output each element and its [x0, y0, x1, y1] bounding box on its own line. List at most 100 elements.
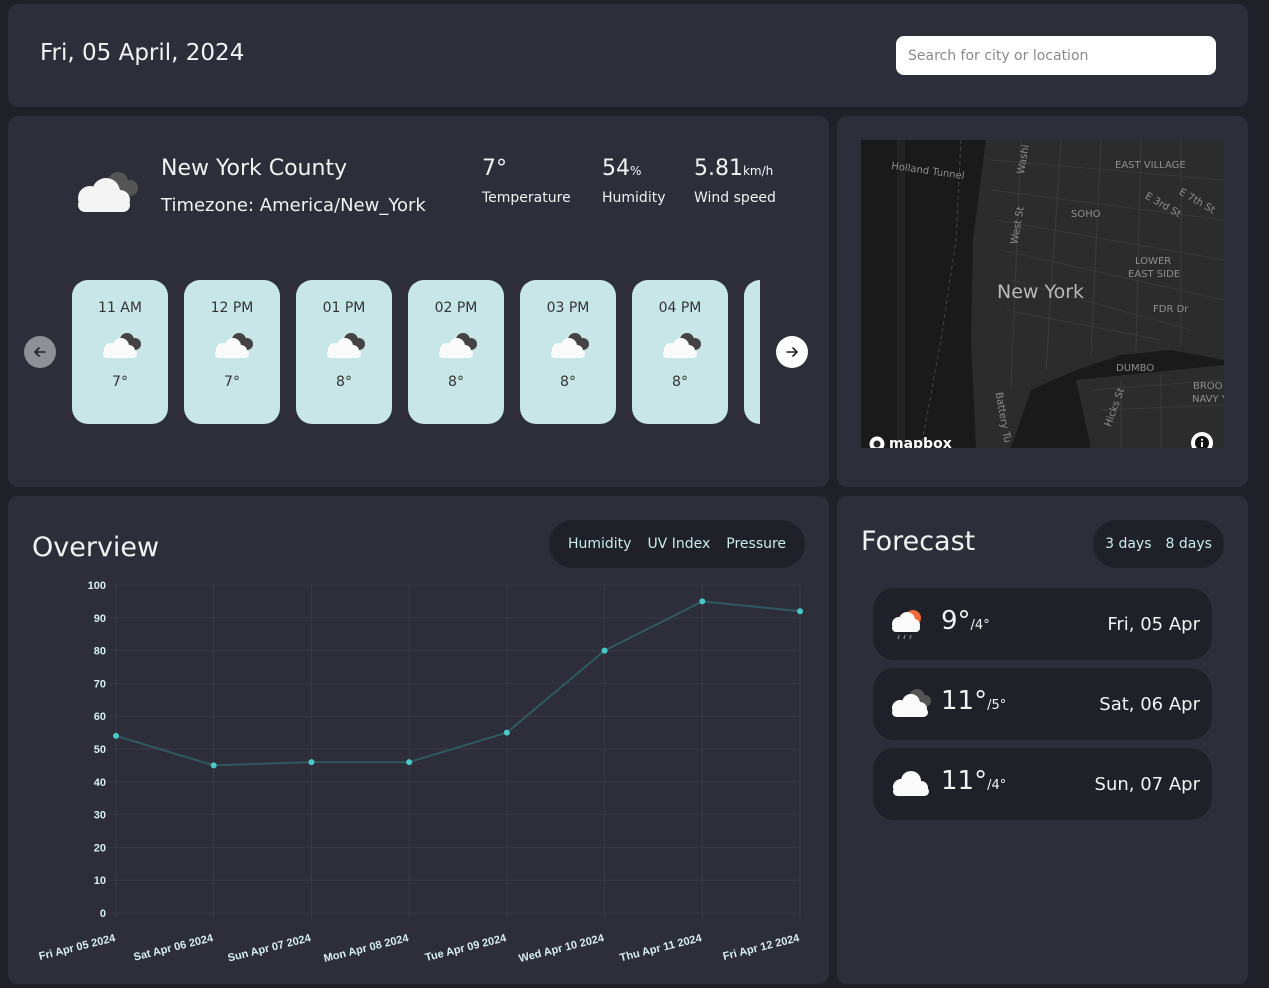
map-city-label: New York — [997, 281, 1085, 303]
hour-temp: 7° — [112, 374, 128, 390]
humidity-unit: % — [630, 164, 642, 178]
hour-time: 12 PM — [210, 300, 254, 316]
hour-card: 01 PM 8° — [296, 280, 392, 424]
y-tick-label: 70 — [94, 678, 106, 690]
hour-temp: 8° — [672, 374, 688, 390]
y-tick-label: 40 — [94, 777, 106, 789]
tab-3-days[interactable]: 3 days — [1105, 536, 1151, 552]
x-tick-label: Thu Apr 11 2024 — [619, 932, 704, 964]
data-point — [113, 732, 119, 739]
forecast-high: 9° — [941, 606, 971, 636]
cloudy-icon — [892, 689, 931, 717]
forecast-date: Fri, 05 Apr — [1107, 614, 1200, 635]
hour-card — [744, 280, 760, 424]
arrow-right-icon — [786, 347, 798, 357]
hour-temp: 8° — [448, 374, 464, 390]
cloudy-icon — [327, 333, 365, 358]
timezone-label: Timezone: America/New_York — [161, 195, 426, 216]
mapbox-label: mapbox — [889, 436, 952, 448]
tab-8-days[interactable]: 8 days — [1166, 536, 1212, 552]
wind-stat: 5.81km/h Wind speed — [694, 156, 776, 206]
forecast-date: Sun, 07 Apr — [1094, 774, 1200, 795]
forecast-low: /4° — [987, 778, 1007, 793]
forecast-tabs: 3 days 8 days — [1093, 520, 1224, 568]
forecast-day-row: 11°/4° Sun, 07 Apr — [873, 748, 1212, 820]
overview-panel: Overview Humidity UV Index Pressure 0 10 2… — [8, 496, 829, 984]
hour-time: 02 PM — [434, 300, 478, 316]
y-tick-label: 50 — [94, 744, 106, 756]
next-hours-button[interactable] — [776, 336, 808, 368]
location-map[interactable]: Holland Tunnel EAST VILLAGE SOHO LOWER E… — [861, 140, 1224, 448]
y-tick-label: 10 — [94, 875, 106, 887]
y-tick-label: 0 — [100, 908, 106, 920]
map-label: EAST VILLAGE — [1115, 160, 1186, 171]
hour-card: 04 PM 8° — [632, 280, 728, 424]
overview-title: Overview — [32, 532, 160, 563]
cloudy-icon — [551, 333, 589, 358]
hour-card: 12 PM 7° — [184, 280, 280, 424]
temperature-label: Temperature — [482, 190, 571, 206]
x-tick-label: Sun Apr 07 2024 — [227, 932, 313, 964]
hour-card: 02 PM 8° — [408, 280, 504, 424]
hour-temp: 8° — [560, 374, 576, 390]
forecast-low: /5° — [987, 698, 1007, 713]
current-weather-panel: New York County Timezone: America/New_Yo… — [8, 116, 829, 487]
x-tick-label: Fri Apr 05 2024 — [38, 932, 118, 963]
mapbox-attribution[interactable]: mapbox — [869, 436, 952, 448]
hour-card: 11 AM 7° — [72, 280, 168, 424]
forecast-panel: Forecast 3 days 8 days 9°/4° Fri, 05 Apr… — [837, 496, 1248, 984]
forecast-day-row: 9°/4° Fri, 05 Apr — [873, 588, 1212, 660]
cloudy-icon — [103, 333, 141, 358]
hour-time: 03 PM — [546, 300, 590, 316]
x-tick-label: Fri Apr 12 2024 — [722, 932, 802, 963]
map-panel: Holland Tunnel EAST VILLAGE SOHO LOWER E… — [837, 116, 1248, 487]
data-point — [210, 762, 217, 769]
rain-sun-icon — [892, 610, 921, 640]
y-tick-label: 80 — [94, 646, 106, 658]
current-date: Fri, 05 April, 2024 — [40, 40, 245, 66]
humidity-value: 54 — [602, 156, 630, 181]
info-icon — [1195, 436, 1209, 448]
forecast-title: Forecast — [861, 526, 976, 557]
tab-uv-index[interactable]: UV Index — [647, 536, 710, 552]
data-point — [699, 598, 706, 605]
temperature-stat: 7° Temperature — [482, 156, 571, 206]
cloudy-icon — [78, 172, 138, 212]
map-info-button[interactable] — [1191, 432, 1213, 448]
humidity-stat: 54% Humidity — [602, 156, 665, 206]
temperature-value: 7° — [482, 156, 507, 181]
wind-value: 5.81 — [694, 156, 743, 181]
prev-hours-button[interactable] — [24, 336, 56, 368]
tab-pressure[interactable]: Pressure — [726, 536, 786, 552]
map-label: BROO — [1193, 381, 1223, 392]
hourly-forecast-strip[interactable]: 11 AM 7° 12 PM 7° 01 PM 8° 02 PM 8° 03 P… — [72, 280, 760, 424]
overview-tabs: Humidity UV Index Pressure — [549, 520, 805, 568]
y-tick-label: 90 — [94, 613, 106, 625]
x-tick-label: Wed Apr 10 2024 — [518, 932, 607, 965]
tab-humidity[interactable]: Humidity — [568, 536, 631, 552]
cloudy-icon — [439, 333, 477, 358]
header-bar: Fri, 05 April, 2024 — [8, 4, 1248, 107]
forecast-day-row: 11°/5° Sat, 06 Apr — [873, 668, 1212, 740]
y-tick-label: 20 — [94, 842, 106, 854]
cloudy-icon — [215, 333, 253, 358]
forecast-high: 11° — [941, 686, 988, 716]
forecast-date: Sat, 06 Apr — [1099, 694, 1200, 715]
hour-time: 01 PM — [322, 300, 366, 316]
arrow-left-icon — [34, 347, 46, 357]
x-tick-label: Mon Apr 08 2024 — [323, 932, 411, 965]
x-tick-label: Tue Apr 09 2024 — [424, 932, 508, 964]
map-label: SOHO — [1071, 209, 1101, 220]
map-label: EAST SIDE — [1128, 269, 1181, 280]
forecast-high: 11° — [941, 766, 988, 796]
hour-temp: 8° — [336, 374, 352, 390]
humidity-line-chart: 0 10 20 30 40 50 60 70 80 90 100 Fri Apr 05 2024 Sat… — [38, 580, 803, 965]
map-label: NAVY Y — [1192, 394, 1224, 405]
wind-unit: km/h — [742, 164, 774, 178]
map-label: FDR Dr — [1153, 304, 1189, 315]
hour-time: 11 AM — [98, 300, 142, 316]
humidity-label: Humidity — [602, 190, 666, 206]
search-input[interactable] — [896, 36, 1216, 75]
wind-label: Wind speed — [694, 190, 776, 206]
location-name: New York County — [161, 156, 348, 181]
